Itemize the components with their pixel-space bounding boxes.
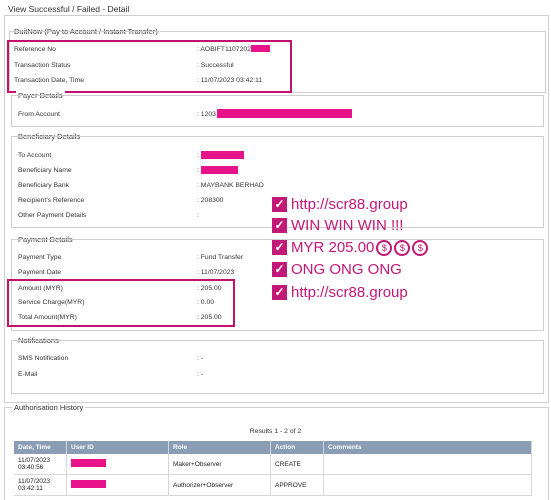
promo-line: ✓ MYR 205.00 $ $ $ (272, 239, 429, 256)
user-id-cell (66, 474, 169, 496)
payment-type-value: : Fund Transfer (197, 254, 244, 261)
highlight-box (7, 40, 292, 93)
promo-text: http://scr88.group (291, 284, 408, 301)
page-title: View Successful / Failed - Detail (8, 4, 130, 14)
table-row: 11/07/2023 03:40:56 Maker+Observer CREATE (14, 454, 532, 475)
payment-date-value: : 11/07/2023 (197, 269, 235, 276)
to-account-label: To Account (18, 152, 52, 159)
check-icon: ✓ (272, 197, 287, 212)
email-value: : - (197, 371, 204, 378)
action-cell: APPROVE (270, 474, 324, 496)
comments-cell (323, 474, 532, 496)
date-text: 11/07/2023 (18, 457, 51, 464)
table-row: 11/07/2023 03:42:11 Authorizer+Observer A… (14, 474, 532, 496)
check-icon: ✓ (272, 240, 287, 255)
role-cell: Maker+Observer (168, 454, 271, 475)
recipient-reference-value: : 208300 (197, 197, 224, 204)
promo-text: http://scr88.group (291, 196, 408, 213)
check-icon: ✓ (272, 218, 287, 233)
payment-type-label: Payment Type (18, 254, 62, 261)
check-icon: ✓ (272, 285, 287, 300)
notifications-section (11, 340, 544, 394)
column-header[interactable]: Role (168, 441, 271, 454)
redaction-mark (201, 166, 238, 174)
from-account-value: : 1203 (197, 111, 216, 118)
promo-text: MYR 205.00 (291, 239, 375, 256)
redaction-mark (201, 151, 244, 159)
other-payment-details-value: : (197, 212, 199, 219)
sms-notification-value: : - (197, 355, 204, 362)
money-bag-icon: $ (394, 239, 411, 256)
to-account-value: : (197, 152, 199, 159)
date-time-cell: 11/07/2023 03:40:56 (14, 454, 67, 475)
promo-text: WIN WIN WIN !!! (291, 217, 404, 234)
column-header[interactable]: Date, Time (14, 441, 67, 454)
beneficiary-bank-value: : MAYBANK BERHAD (197, 182, 264, 189)
redaction-mark (71, 459, 106, 467)
promo-line: ✓ ONG ONG ONG (272, 261, 402, 278)
sms-notification-label: SMS Notification (18, 355, 69, 362)
money-bag-icon: $ (376, 239, 393, 256)
promo-line: ✓ http://scr88.group (272, 196, 408, 213)
column-header[interactable]: Action (270, 441, 324, 454)
check-icon: ✓ (272, 262, 287, 277)
action-cell: CREATE (270, 454, 324, 475)
comments-cell (323, 454, 532, 475)
column-header[interactable]: User ID (66, 441, 169, 454)
column-header[interactable]: Comments (323, 441, 532, 454)
redaction-mark (71, 480, 106, 488)
promo-line: ✓ WIN WIN WIN !!! (272, 217, 403, 234)
table-header-row: Date, Time User ID Role Action Comments (14, 441, 532, 454)
highlight-box (7, 279, 235, 327)
from-account-label: From Account (18, 111, 60, 118)
role-cell: Authorizer+Observer (168, 474, 271, 496)
time-text: 03:40:56 (18, 464, 44, 471)
results-count: Results 1 - 2 of 2 (249, 428, 302, 435)
authorisation-legend: Authorisation History (12, 403, 86, 412)
beneficiary-name-label: Beneficiary Name (18, 167, 72, 174)
redaction-mark (217, 109, 352, 118)
time-text: 03:42:11 (18, 485, 43, 492)
email-label: E-Mail (18, 371, 38, 378)
beneficiary-bank-label: Beneficiary Bank (18, 182, 70, 189)
other-payment-details-label: Other Payment Details (18, 212, 87, 219)
payment-date-label: Payment Date (18, 269, 62, 276)
user-id-cell (66, 454, 169, 475)
recipient-reference-label: Recipient's Reference (18, 197, 85, 204)
date-text: 11/07/2023 (18, 478, 51, 485)
promo-line: ✓ http://scr88.group (272, 284, 408, 301)
beneficiary-section (11, 136, 544, 228)
promo-text: ONG ONG ONG (291, 261, 402, 278)
money-bag-icon: $ (412, 239, 429, 256)
date-time-cell: 11/07/2023 03:42:11 (14, 474, 67, 496)
beneficiary-name-value: : (197, 167, 199, 174)
authorisation-table: Date, Time User ID Role Action Comments … (14, 441, 532, 496)
